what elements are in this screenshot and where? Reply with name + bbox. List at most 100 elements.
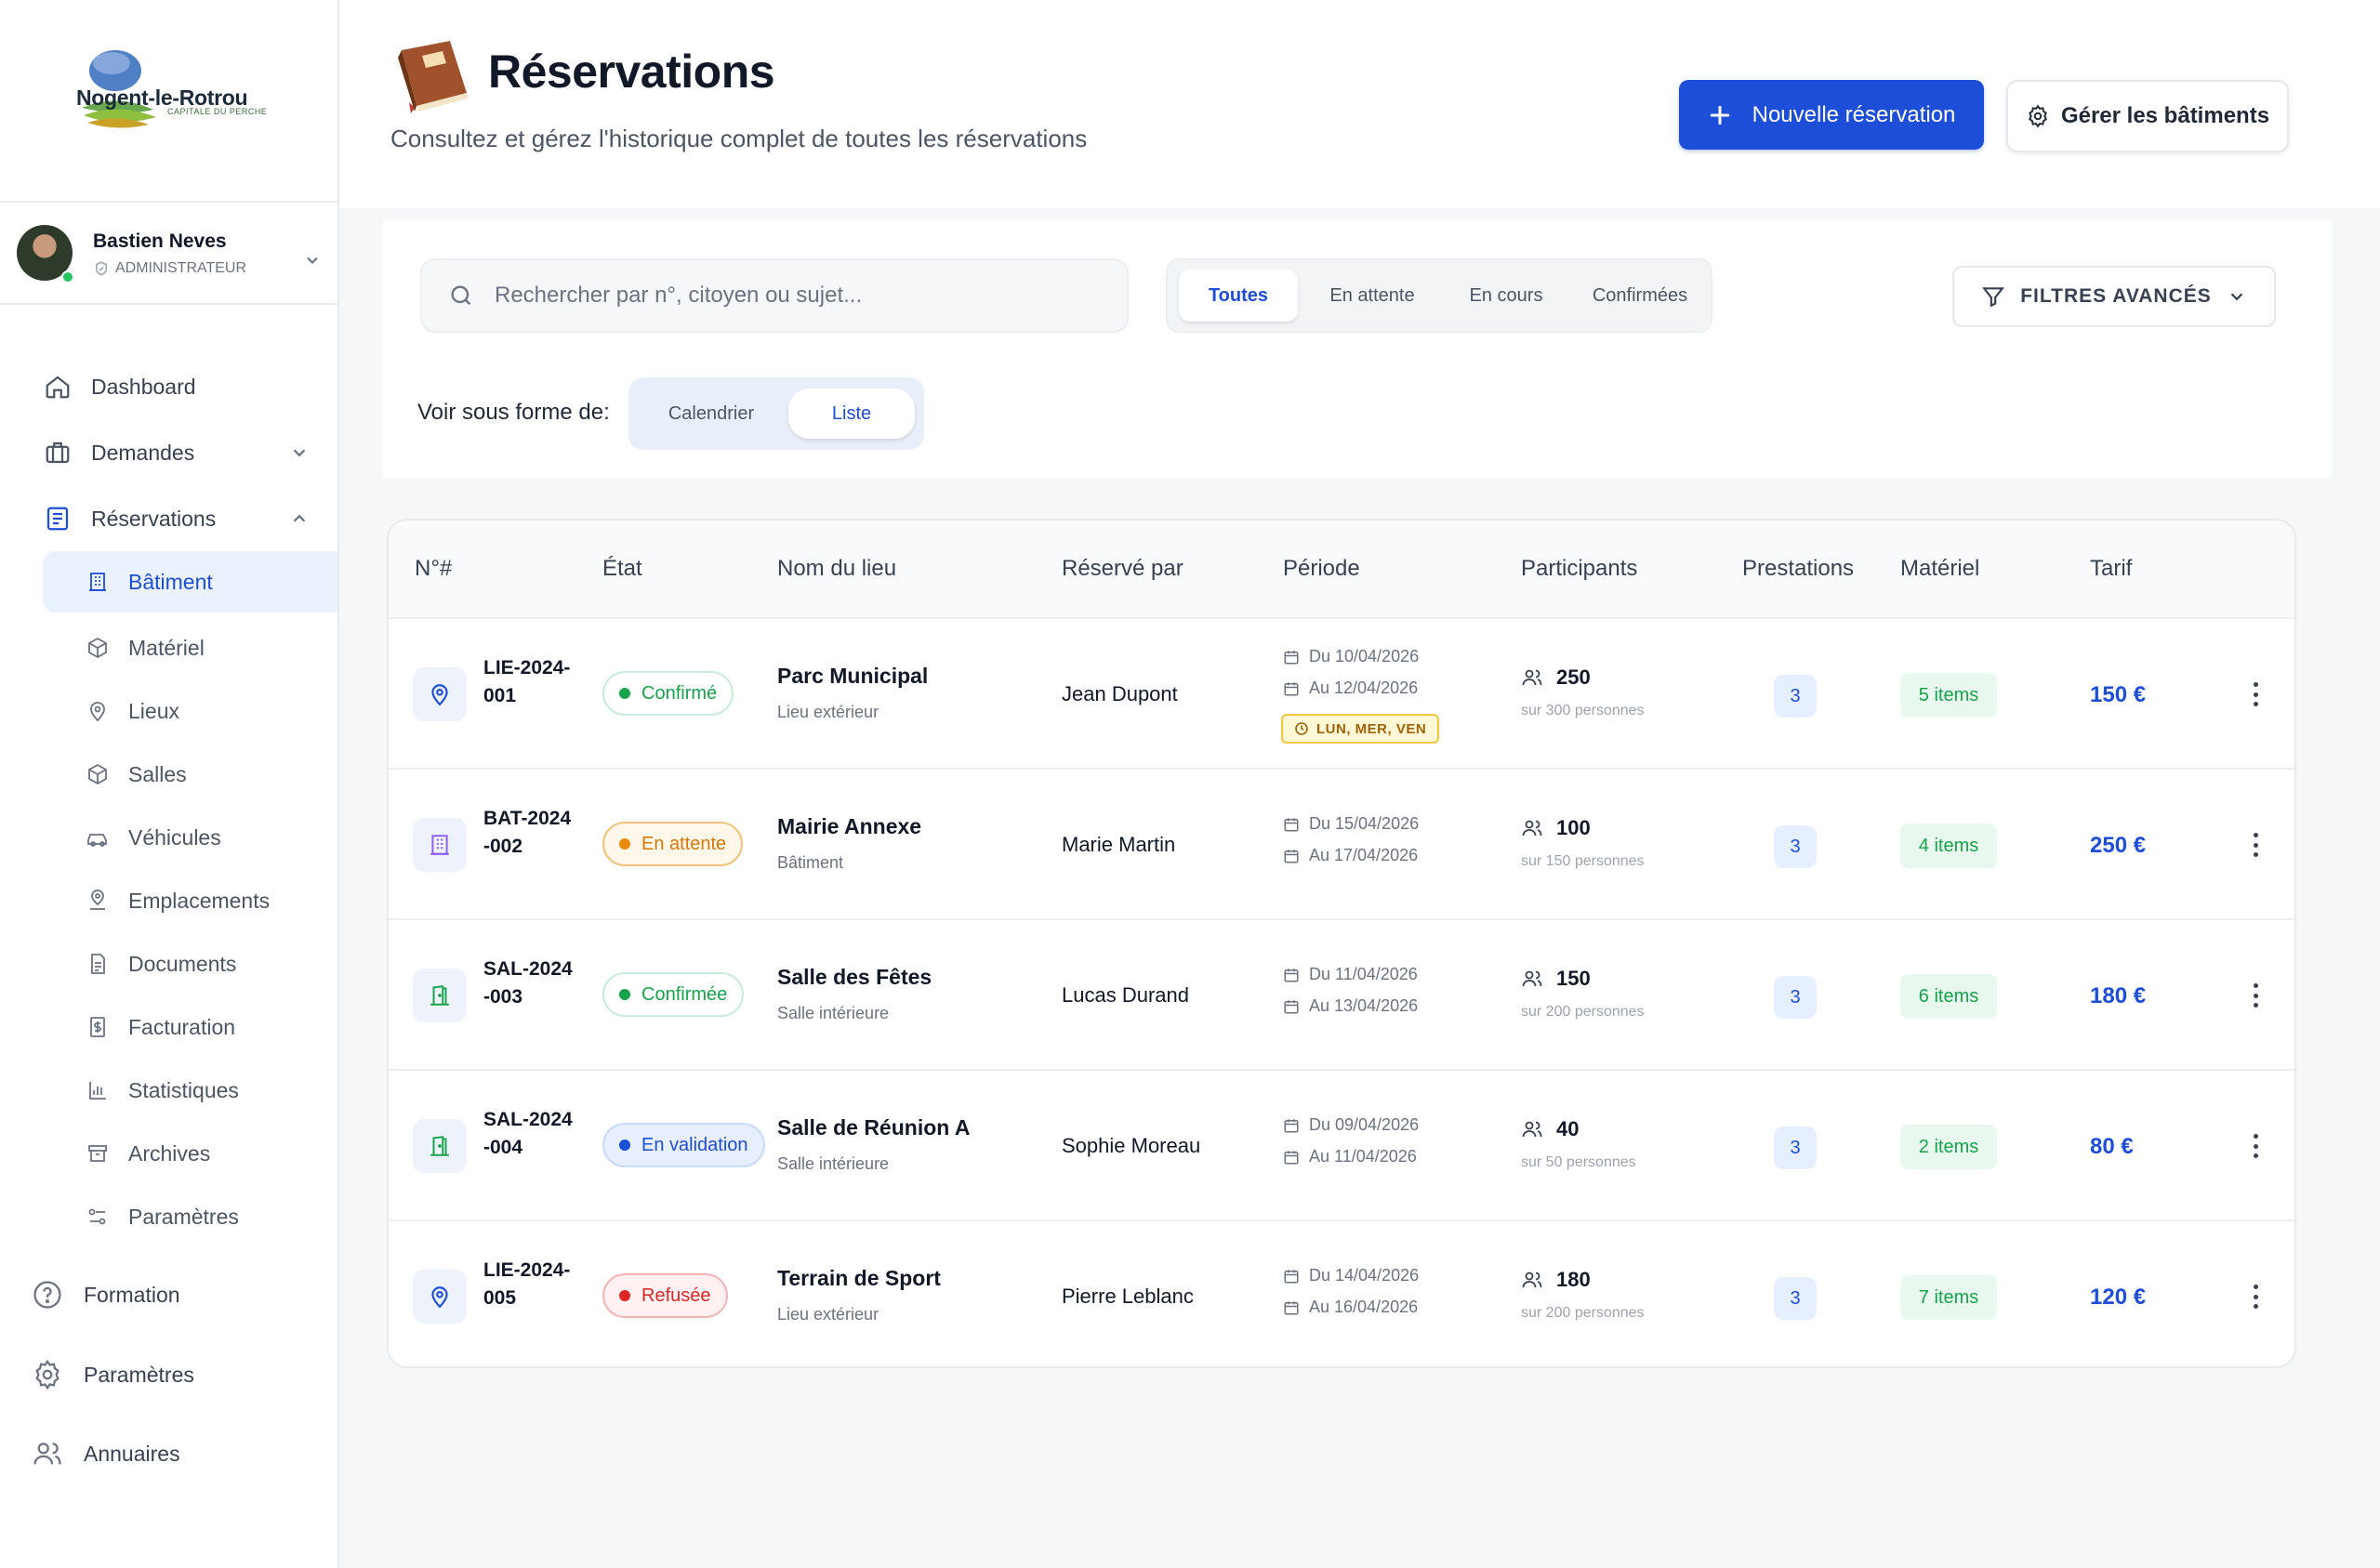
period-start: Du 11/04/2026: [1283, 965, 1418, 984]
participants-capacity: sur 300 personnes: [1521, 703, 1645, 718]
page-subtitle: Consultez et gérez l'historique complet …: [390, 125, 1088, 152]
more-actions-icon[interactable]: [2246, 1281, 2265, 1312]
status-badge: Refusée: [602, 1273, 728, 1318]
tab-toutes[interactable]: Toutes: [1179, 270, 1298, 322]
column-header-booked-by[interactable]: Réservé par: [1062, 556, 1183, 582]
place-type: Lieu extérieur: [777, 1305, 879, 1324]
view-calendar-option[interactable]: Calendrier: [641, 389, 781, 439]
equipment-count-badge[interactable]: 5 items: [1900, 673, 1997, 718]
tab-confirmees[interactable]: Confirmées: [1575, 270, 1705, 322]
advanced-filters-button[interactable]: FILTRES AVANCÉS: [1952, 266, 2276, 327]
more-actions-icon[interactable]: [2246, 679, 2265, 710]
status-label: Refusée: [641, 1285, 711, 1306]
sidebar-item-emplacements[interactable]: Emplacements: [43, 870, 337, 931]
table-row[interactable]: LIE-2024- 001 Confirmé Parc Municipal Lieu e…: [389, 619, 2294, 770]
building-icon: [413, 818, 467, 872]
place-name[interactable]: Salle de Réunion A: [777, 1115, 970, 1140]
equipment-count-badge[interactable]: 2 items: [1900, 1125, 1997, 1169]
reservation-id[interactable]: LIE-2024- 005: [483, 1257, 586, 1312]
place-type: Salle intérieure: [777, 1004, 890, 1022]
calendar-icon: [1284, 1150, 1299, 1164]
chevron-down-icon[interactable]: [303, 251, 322, 270]
reservation-id[interactable]: SAL-2024 -003: [483, 955, 586, 1011]
column-header-price[interactable]: Tarif: [2090, 556, 2132, 582]
sidebar-item-documents[interactable]: Documents: [43, 933, 337, 995]
reservation-id[interactable]: LIE-2024- 001: [483, 654, 586, 710]
participants-count: 180: [1521, 1268, 1591, 1292]
services-count-badge[interactable]: 3: [1774, 825, 1817, 868]
tab-en-attente[interactable]: En attente: [1307, 270, 1437, 322]
equipment-count-badge[interactable]: 4 items: [1900, 824, 1997, 868]
place-name[interactable]: Terrain de Sport: [777, 1266, 941, 1291]
participants-capacity: sur 150 personnes: [1521, 853, 1645, 869]
sidebar-item-lieux[interactable]: Lieux: [43, 680, 337, 742]
new-reservation-button[interactable]: Nouvelle réservation: [1679, 80, 1984, 150]
period-end: Au 11/04/2026: [1283, 1147, 1417, 1166]
services-count-badge[interactable]: 3: [1774, 976, 1817, 1019]
nav-dashboard[interactable]: Dashboard: [43, 357, 337, 416]
place-name[interactable]: Mairie Annexe: [777, 814, 921, 839]
column-header-id[interactable]: N°#: [415, 556, 452, 582]
reservation-id[interactable]: SAL-2024 -004: [483, 1106, 586, 1162]
column-header-participants[interactable]: Participants: [1521, 556, 1637, 582]
table-row[interactable]: LIE-2024- 005 Refusée Terrain de Sport Lieu …: [389, 1221, 2294, 1366]
table-row[interactable]: BAT-2024 -002 En attente Mairie Annexe Bâtim…: [389, 770, 2294, 920]
more-actions-icon[interactable]: [2246, 980, 2265, 1011]
search-input[interactable]: [495, 283, 1090, 309]
sidebar-item-salles[interactable]: Salles: [43, 744, 337, 805]
nav-formation[interactable]: Formation: [32, 1265, 329, 1324]
participants-capacity: sur 200 personnes: [1521, 1004, 1645, 1020]
equipment-count-badge[interactable]: 7 items: [1900, 1275, 1997, 1320]
participants-value: 180: [1556, 1268, 1591, 1291]
sidebar-item-materiel[interactable]: Matériel: [43, 617, 337, 679]
sidebar-item-facturation[interactable]: Facturation: [43, 996, 337, 1058]
car-icon: [86, 825, 110, 850]
column-header-status[interactable]: État: [602, 556, 642, 582]
table-row[interactable]: SAL-2024 -004 En validation Salle de Réunio…: [389, 1071, 2294, 1221]
users-icon: [33, 1443, 61, 1465]
sidebar-item-vehicules[interactable]: Véhicules: [43, 807, 337, 868]
column-header-period[interactable]: Période: [1283, 556, 1360, 582]
door-icon: [413, 968, 467, 1022]
view-list-option[interactable]: Liste: [788, 389, 915, 439]
nav-parametres-label: Paramètres: [84, 1362, 194, 1387]
book-icon: [398, 41, 469, 113]
sidebar-item-parametres[interactable]: Paramètres: [43, 1186, 337, 1247]
services-count-badge[interactable]: 3: [1774, 675, 1817, 718]
map-pin-person-icon: [86, 889, 110, 913]
more-actions-icon[interactable]: [2246, 829, 2265, 861]
manage-buildings-button[interactable]: Gérer les bâtiments: [2006, 80, 2289, 152]
box-icon: [86, 762, 110, 786]
column-header-place[interactable]: Nom du lieu: [777, 556, 896, 582]
services-count-badge[interactable]: 3: [1774, 1277, 1817, 1320]
nav-reservations[interactable]: Réservations: [43, 489, 337, 548]
participants-value: 150: [1556, 967, 1591, 990]
location-pin-icon: [413, 667, 467, 721]
equipment-count-badge[interactable]: 6 items: [1900, 974, 1997, 1019]
nav-parametres[interactable]: Paramètres: [32, 1345, 329, 1404]
search-field[interactable]: [420, 258, 1129, 333]
nav-demandes[interactable]: Demandes: [43, 423, 337, 482]
search-icon: [451, 285, 471, 306]
nav-annuaires[interactable]: Annuaires: [32, 1424, 329, 1483]
sidebar-item-batiment-label: Bâtiment: [128, 569, 213, 594]
place-name[interactable]: Salle des Fêtes: [777, 965, 932, 990]
location-pin-icon: [86, 699, 110, 723]
tab-en-cours[interactable]: En cours: [1447, 270, 1566, 322]
services-count-badge[interactable]: 3: [1774, 1127, 1817, 1169]
shield-check-icon: [96, 261, 107, 276]
sidebar-item-batiment[interactable]: Bâtiment: [43, 551, 337, 613]
calendar-icon: [1284, 849, 1299, 863]
table-row[interactable]: SAL-2024 -003 Confirmée Salle des Fêtes Sall…: [389, 920, 2294, 1071]
more-actions-icon[interactable]: [2246, 1130, 2265, 1162]
reservation-id[interactable]: BAT-2024 -002: [483, 805, 586, 861]
sidebar-item-statistiques[interactable]: Statistiques: [43, 1060, 337, 1121]
period-start-label: Du 11/04/2026: [1309, 965, 1418, 983]
column-header-equipment[interactable]: Matériel: [1900, 556, 1979, 582]
period-end: Au 13/04/2026: [1283, 996, 1418, 1016]
place-name[interactable]: Parc Municipal: [777, 664, 928, 689]
chevron-down-icon: [293, 449, 306, 457]
nav-annuaires-label: Annuaires: [84, 1441, 180, 1466]
sidebar-item-archives[interactable]: Archives: [43, 1123, 337, 1184]
column-header-services[interactable]: Prestations: [1742, 556, 1854, 582]
